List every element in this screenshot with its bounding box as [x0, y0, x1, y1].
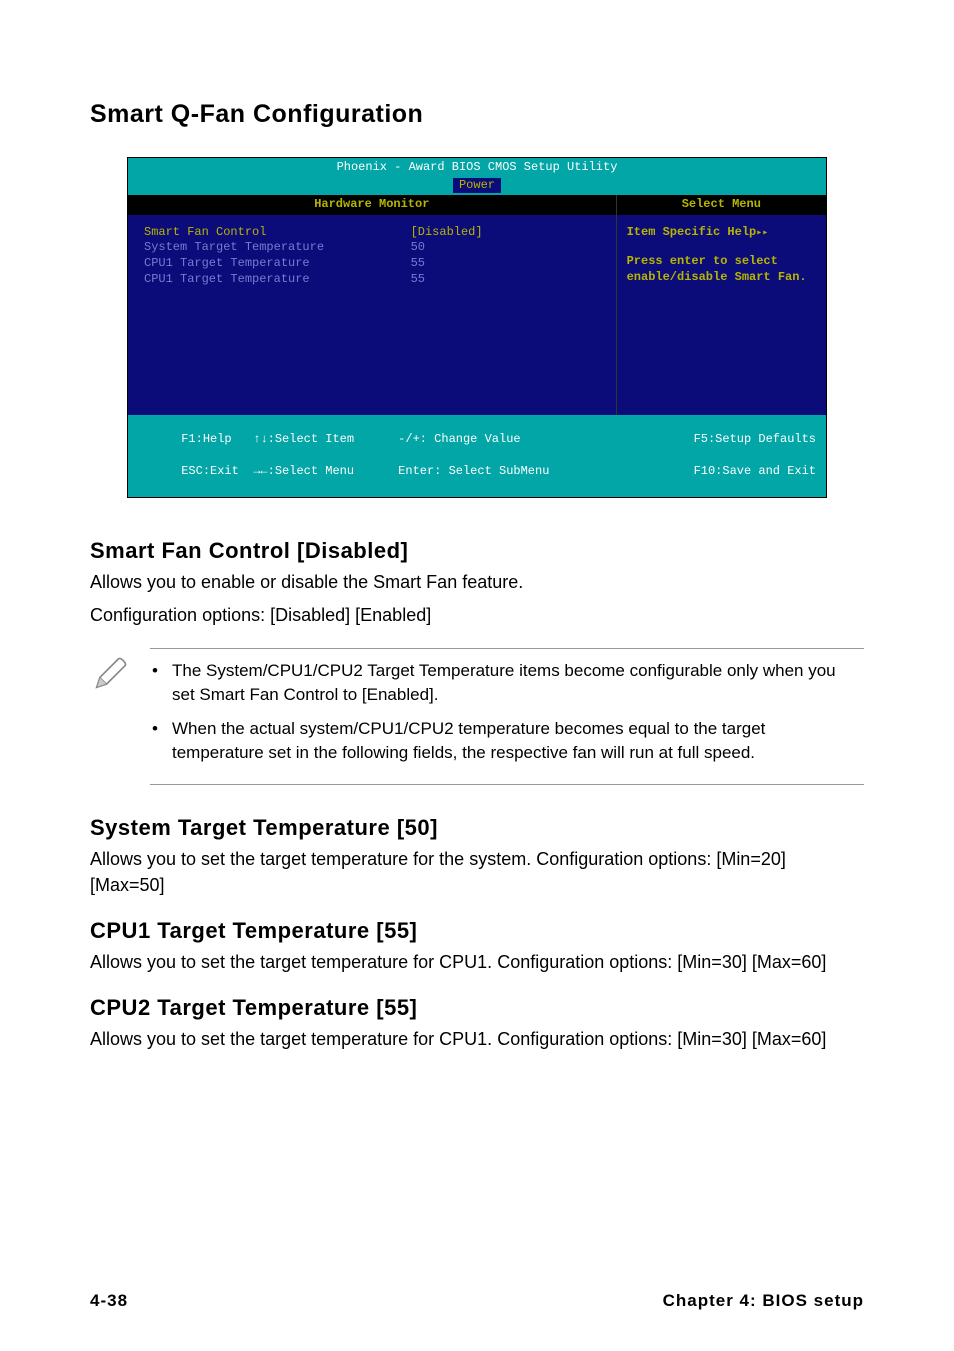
text-c1t: Allows you to set the target temperature… — [90, 950, 864, 975]
bios-footer-bar: F1:Help ↑↓:Select Item ESC:Exit →←:Selec… — [128, 415, 826, 497]
page-footer: 4-38 Chapter 4: BIOS setup — [90, 1291, 864, 1311]
bios-settings-pane: Smart Fan Control [Disabled] System Targ… — [128, 215, 616, 415]
bios-change-value: -/+: Change Value — [398, 432, 520, 446]
bios-setup-defaults: F5:Setup Defaults — [694, 432, 816, 446]
bios-row-value: 55 — [411, 272, 425, 288]
bios-tab-power: Power — [453, 178, 501, 194]
text-sfc-2: Configuration options: [Disabled] [Enabl… — [90, 603, 864, 628]
bios-row-sys-temp[interactable]: System Target Temperature 50 — [144, 240, 604, 256]
text-c2t: Allows you to set the target temperature… — [90, 1027, 864, 1052]
bios-row-label: CPU1 Target Temperature — [144, 256, 411, 272]
bios-help-line: enable/disable Smart Fan. — [627, 270, 816, 286]
arrows-icon — [756, 225, 768, 239]
bios-row-cpu1b-temp[interactable]: CPU1 Target Temperature 55 — [144, 272, 604, 288]
bios-select-item: ↑↓:Select Item — [253, 432, 354, 446]
bios-row-cpu1-temp[interactable]: CPU1 Target Temperature 55 — [144, 256, 604, 272]
bios-help-pane: Item Specific Help Press enter to select… — [617, 215, 826, 415]
heading-cpu2-target-temp: CPU2 Target Temperature [55] — [90, 995, 864, 1021]
heading-system-target-temp: System Target Temperature [50] — [90, 815, 864, 841]
bios-save-exit: F10:Save and Exit — [694, 464, 816, 478]
bios-row-label: System Target Temperature — [144, 240, 411, 256]
note-block: The System/CPU1/CPU2 Target Temperature … — [90, 648, 864, 785]
section-title: Smart Q-Fan Configuration — [90, 100, 864, 129]
bios-row-label: CPU1 Target Temperature — [144, 272, 411, 288]
bios-row-smart-fan[interactable]: Smart Fan Control [Disabled] — [144, 225, 604, 241]
bios-left-header: Hardware Monitor — [128, 195, 616, 215]
bios-esc: ESC:Exit — [181, 464, 239, 478]
bios-row-value: 50 — [411, 240, 425, 256]
note-item-1: The System/CPU1/CPU2 Target Temperature … — [150, 659, 858, 707]
bios-f1: F1:Help — [181, 432, 231, 446]
chapter-label: Chapter 4: BIOS setup — [663, 1291, 864, 1311]
bios-select-submenu: Enter: Select SubMenu — [398, 464, 549, 478]
bios-right-header: Select Menu — [617, 195, 826, 215]
bios-help-line: Press enter to select — [627, 254, 816, 270]
bios-title: Phoenix - Award BIOS CMOS Setup Utility — [337, 160, 618, 174]
pencil-note-icon — [90, 648, 150, 785]
bios-row-value: 55 — [411, 256, 425, 272]
text-sfc-1: Allows you to enable or disable the Smar… — [90, 570, 864, 595]
heading-cpu1-target-temp: CPU1 Target Temperature [55] — [90, 918, 864, 944]
note-item-2: When the actual system/CPU1/CPU2 tempera… — [150, 717, 858, 765]
page-number: 4-38 — [90, 1291, 128, 1311]
text-stt: Allows you to set the target temperature… — [90, 847, 864, 897]
heading-smart-fan-control: Smart Fan Control [Disabled] — [90, 538, 864, 564]
bios-row-label: Smart Fan Control — [144, 225, 411, 241]
bios-title-bar: Phoenix - Award BIOS CMOS Setup Utility … — [128, 158, 826, 195]
bios-row-value: [Disabled] — [411, 225, 483, 241]
bios-help-title: Item Specific Help — [627, 225, 816, 241]
bios-screenshot: Phoenix - Award BIOS CMOS Setup Utility … — [127, 157, 827, 498]
bios-select-menu: →←:Select Menu — [253, 464, 354, 478]
